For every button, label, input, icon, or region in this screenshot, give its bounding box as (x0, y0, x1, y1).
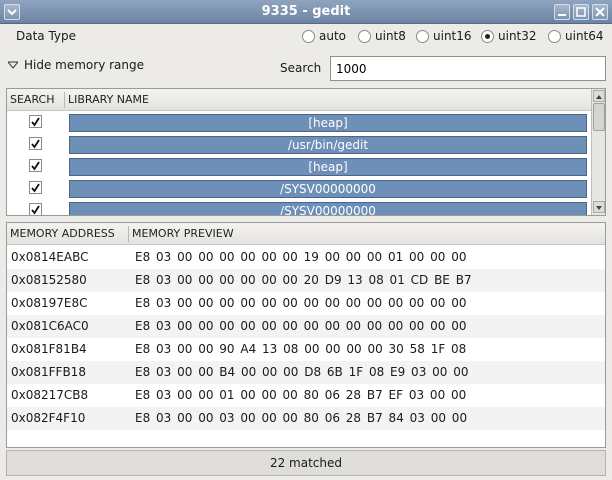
library-list-header: SEARCH LIBRARY NAME (7, 89, 591, 111)
radio-label: auto (319, 29, 347, 43)
memory-row[interactable]: 0x081C6AC0 E8 03 00 00 00 00 00 00 00 00… (7, 315, 605, 338)
scrollbar-thumb[interactable] (593, 103, 605, 131)
memory-address: 0x081FFB18 (11, 365, 86, 379)
memory-address: 0x081F81B4 (11, 342, 87, 356)
memory-address: 0x08197E8C (11, 296, 88, 310)
radio-uint64[interactable]: uint64 (548, 29, 604, 43)
memory-preview: E8 03 00 00 01 00 00 00 80 06 28 B7 EF 0… (135, 388, 467, 402)
data-type-label: Data Type (16, 29, 77, 43)
library-row[interactable]: [heap] (7, 156, 591, 177)
radio-indicator[interactable] (481, 29, 494, 43)
memory-preview: E8 03 00 00 00 00 00 00 20 D9 13 08 01 C… (135, 273, 472, 287)
radio-label: uint16 (433, 29, 472, 43)
library-row[interactable]: /SYSV00000000 (7, 200, 591, 215)
radio-indicator[interactable] (416, 29, 429, 43)
search-checkbox[interactable] (29, 115, 42, 128)
window-title: 9335 - gedit (261, 4, 351, 19)
memory-address: 0x08217CB8 (11, 388, 89, 402)
memory-address: 0x08152580 (11, 273, 87, 287)
library-row[interactable]: [heap] (7, 112, 591, 133)
library-name: /usr/bin/gedit (69, 136, 587, 154)
column-header-library-name[interactable]: LIBRARY NAME (65, 93, 149, 106)
library-list: SEARCH LIBRARY NAME [heap] /usr/bin/gedi… (6, 88, 606, 216)
memory-address: 0x081C6AC0 (11, 319, 89, 333)
search-input[interactable] (330, 56, 606, 81)
minimize-icon[interactable] (554, 4, 570, 20)
memory-row[interactable]: 0x0814EABC E8 03 00 00 00 00 00 00 19 00… (7, 246, 605, 269)
radio-uint8[interactable]: uint8 (358, 29, 406, 43)
memory-row[interactable]: 0x08152580 E8 03 00 00 00 00 00 00 20 D9… (7, 269, 605, 292)
triangle-down-icon (8, 61, 18, 69)
range-search-row: Hide memory range Search (0, 52, 612, 86)
memory-row[interactable]: 0x08217CB8 E8 03 00 00 01 00 00 00 80 06… (7, 384, 605, 407)
library-name: /SYSV00000000 (69, 180, 587, 198)
memory-address: 0x0814EABC (11, 250, 89, 264)
radio-indicator[interactable] (548, 29, 561, 43)
column-header-memory-preview[interactable]: MEMORY PREVIEW (129, 227, 234, 240)
scroll-down-icon[interactable] (593, 201, 605, 213)
memory-table-header: MEMORY ADDRESS MEMORY PREVIEW (7, 223, 605, 245)
memory-preview: E8 03 00 00 00 00 00 00 19 00 00 00 01 0… (135, 250, 467, 264)
library-row[interactable]: /SYSV00000000 (7, 178, 591, 199)
library-row[interactable]: /usr/bin/gedit (7, 134, 591, 155)
radio-label: uint8 (375, 29, 406, 43)
search-checkbox[interactable] (29, 203, 42, 215)
memory-preview: E8 03 00 00 03 00 00 00 80 06 28 B7 84 0… (135, 411, 468, 425)
radio-indicator[interactable] (302, 29, 315, 43)
memory-row[interactable]: 0x082F4F10 E8 03 00 00 03 00 00 00 80 06… (7, 407, 605, 430)
memory-address: 0x082F4F10 (11, 411, 86, 425)
memory-row[interactable]: 0x08197E8C E8 03 00 00 00 00 00 00 00 00… (7, 292, 605, 315)
search-checkbox[interactable] (29, 137, 42, 150)
hide-memory-range-toggle[interactable]: Hide memory range (8, 58, 144, 72)
radio-label: uint32 (498, 29, 537, 43)
radio-auto[interactable]: auto (302, 29, 346, 43)
library-scrollbar[interactable] (591, 89, 605, 215)
memory-row[interactable]: 0x081F81B4 E8 03 00 00 90 A4 13 08 00 00… (7, 338, 605, 361)
column-header-search[interactable]: SEARCH (7, 93, 64, 106)
radio-uint32[interactable]: uint32 (481, 29, 537, 43)
radio-indicator[interactable] (358, 29, 371, 43)
column-header-memory-address[interactable]: MEMORY ADDRESS (7, 227, 128, 240)
scroll-up-icon[interactable] (593, 90, 605, 102)
memory-row[interactable]: 0x081FFB18 E8 03 00 00 B4 00 00 00 D8 6B… (7, 361, 605, 384)
radio-uint16[interactable]: uint16 (416, 29, 472, 43)
close-icon[interactable] (592, 4, 608, 20)
search-checkbox[interactable] (29, 181, 42, 194)
memory-preview: E8 03 00 00 00 00 00 00 00 00 00 00 00 0… (135, 319, 467, 333)
maximize-icon[interactable] (573, 4, 589, 20)
radio-label: uint64 (565, 29, 604, 43)
library-name: /SYSV00000000 (69, 202, 587, 215)
memory-preview: E8 03 00 00 00 00 00 00 00 00 00 00 00 0… (135, 296, 467, 310)
window-titlebar: 9335 - gedit (0, 0, 612, 24)
status-bar: 22 matched (6, 450, 606, 476)
library-name: [heap] (69, 114, 587, 132)
memory-preview: E8 03 00 00 B4 00 00 00 D8 6B 1F 08 E9 0… (135, 365, 469, 379)
search-checkbox[interactable] (29, 159, 42, 172)
memory-table: MEMORY ADDRESS MEMORY PREVIEW 0x0814EABC… (6, 222, 606, 448)
memory-preview: E8 03 00 00 90 A4 13 08 00 00 00 00 30 5… (135, 342, 467, 356)
data-type-row: Data Type auto uint8 uint16 uint32 uint6… (0, 24, 612, 50)
memory-range-label: Hide memory range (24, 58, 145, 72)
library-name: [heap] (69, 158, 587, 176)
search-label: Search (280, 61, 322, 75)
